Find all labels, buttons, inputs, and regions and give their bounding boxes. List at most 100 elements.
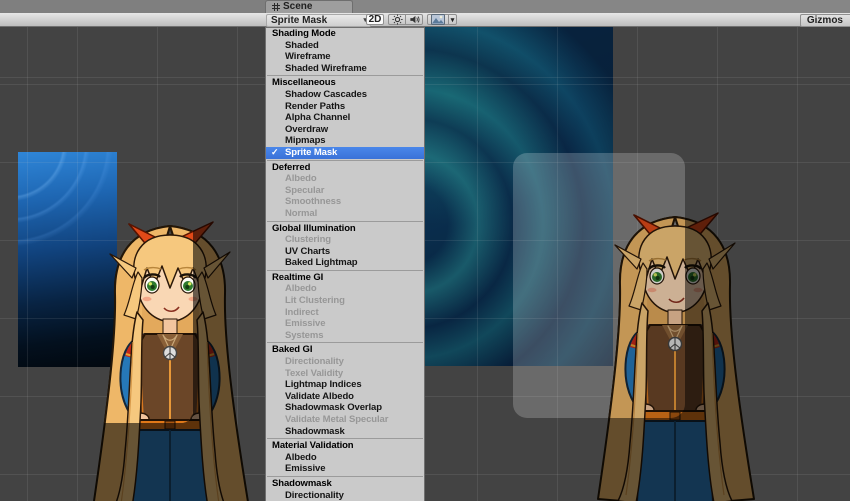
menu-item-emissive[interactable]: Emissive <box>266 463 424 475</box>
menu-item-albedo[interactable]: Albedo <box>266 452 424 464</box>
menu-item-label: Sprite Mask <box>285 147 337 158</box>
scene-toolbar: Sprite Mask ▾ 2D ▾ Gizmos <box>0 13 850 27</box>
menu-item-label: Specular <box>285 185 324 196</box>
menu-item-mipmaps[interactable]: Mipmaps <box>266 135 424 147</box>
speaker-icon <box>409 14 420 25</box>
menu-item-label: Render Paths <box>285 101 345 112</box>
menu-item-shadowmask-overlap[interactable]: Shadowmask Overlap <box>266 402 424 414</box>
checkmark-icon: ✓ <box>271 147 278 159</box>
menu-item-smoothness: Smoothness <box>266 196 424 208</box>
sprite-mask-region-left <box>20 155 193 423</box>
lighting-toggle-button[interactable] <box>388 14 406 25</box>
menu-item-label: Alpha Channel <box>285 112 350 123</box>
menu-item-shadowmask[interactable]: Shadowmask <box>266 426 424 438</box>
menu-item-shaded-wireframe[interactable]: Shaded Wireframe <box>266 63 424 75</box>
menu-separator <box>267 476 423 477</box>
shading-mode-menu: Shading ModeShadedWireframeShaded Wirefr… <box>265 27 425 501</box>
character-sprite-right-masked <box>588 213 685 418</box>
audio-toggle-button[interactable] <box>405 14 423 25</box>
menu-item-label: Validate Metal Specular <box>285 414 388 425</box>
menu-item-label: Directionality <box>285 356 344 367</box>
menu-item-label: Shaded <box>285 40 319 51</box>
menu-item-uv-charts[interactable]: UV Charts <box>266 246 424 258</box>
menu-item-label: Shadow Cascades <box>285 89 367 100</box>
sprite-mask-region-right <box>513 153 685 418</box>
menu-item-label: Baked Lightmap <box>285 257 358 268</box>
tab-scene-label: Scene <box>283 1 312 13</box>
menu-item-label: Emissive <box>285 463 325 474</box>
effects-dropdown-arrow[interactable]: ▾ <box>448 14 457 25</box>
gizmos-label: Gizmos <box>807 15 843 26</box>
tab-bar-spacer <box>353 0 850 13</box>
menu-section-header-shadowmask: Shadowmask <box>266 478 424 490</box>
menu-section-header-material-validation: Material Validation <box>266 440 424 452</box>
menu-section-header-deferred: Deferred <box>266 162 424 174</box>
menu-item-directionality: Directionality <box>266 356 424 368</box>
tab-bar: Scene <box>0 0 850 13</box>
menu-item-label: Lit Clustering <box>285 295 345 306</box>
menu-item-wireframe[interactable]: Wireframe <box>266 51 424 63</box>
menu-separator <box>267 75 423 76</box>
menu-item-lit-clustering: Lit Clustering <box>266 295 424 307</box>
menu-item-label: UV Charts <box>285 246 330 257</box>
menu-item-albedo: Albedo <box>266 173 424 185</box>
menu-item-albedo: Albedo <box>266 283 424 295</box>
menu-item-systems: Systems <box>266 330 424 342</box>
menu-item-lightmap-indices[interactable]: Lightmap Indices <box>266 379 424 391</box>
menu-item-validate-albedo[interactable]: Validate Albedo <box>266 391 424 403</box>
menu-item-label: Indirect <box>285 307 319 318</box>
menu-separator <box>267 438 423 439</box>
menu-item-validate-metal-specular: Validate Metal Specular <box>266 414 424 426</box>
menu-item-label: Mipmaps <box>285 135 325 146</box>
character-sprite-left-masked <box>83 222 193 423</box>
menu-item-shaded[interactable]: Shaded <box>266 40 424 52</box>
menu-item-label: Texel Validity <box>285 368 343 379</box>
menu-item-label: Wireframe <box>285 51 330 62</box>
menu-item-label: Albedo <box>285 452 317 463</box>
2d-toggle-button[interactable]: 2D <box>366 14 384 25</box>
menu-item-texel-validity: Texel Validity <box>266 368 424 380</box>
menu-item-baked-lightmap[interactable]: Baked Lightmap <box>266 257 424 269</box>
shading-mode-value: Sprite Mask <box>271 15 327 26</box>
menu-item-specular: Specular <box>266 185 424 197</box>
menu-section-header-shading-mode: Shading Mode <box>266 28 424 40</box>
menu-item-directionality[interactable]: Directionality <box>266 490 424 501</box>
menu-item-alpha-channel[interactable]: Alpha Channel <box>266 112 424 124</box>
scene-viewport[interactable] <box>0 26 850 501</box>
menu-section-header-baked-gi: Baked GI <box>266 344 424 356</box>
sun-icon <box>392 14 403 25</box>
menu-item-label: Albedo <box>285 283 317 294</box>
effects-toggle-button[interactable] <box>427 14 449 25</box>
menu-separator <box>267 342 423 343</box>
menu-section-header-miscellaneous: Miscellaneous <box>266 77 424 89</box>
menu-item-label: Lightmap Indices <box>285 379 362 390</box>
menu-separator <box>267 221 423 222</box>
menu-item-label: Shadowmask Overlap <box>285 402 382 413</box>
menu-item-label: Normal <box>285 208 317 219</box>
menu-item-render-paths[interactable]: Render Paths <box>266 101 424 113</box>
menu-item-label: Shadowmask <box>285 426 345 437</box>
menu-item-label: Emissive <box>285 318 325 329</box>
menu-item-sprite-mask[interactable]: ✓ Sprite Mask <box>266 147 424 159</box>
grid-icon <box>272 3 280 11</box>
menu-item-clustering: Clustering <box>266 234 424 246</box>
menu-item-overdraw[interactable]: Overdraw <box>266 124 424 136</box>
menu-item-emissive: Emissive <box>266 318 424 330</box>
menu-separator <box>267 160 423 161</box>
menu-item-label: Overdraw <box>285 124 328 135</box>
menu-item-indirect: Indirect <box>266 307 424 319</box>
unity-scene-view-window: Scene Sprite Mask ▾ 2D <box>0 0 850 501</box>
menu-section-header-global-illumination: Global Illumination <box>266 223 424 235</box>
menu-item-label: Directionality <box>285 490 344 501</box>
shading-mode-dropdown[interactable]: Sprite Mask ▾ <box>266 14 371 27</box>
menu-item-label: Systems <box>285 330 323 341</box>
menu-item-label: Shaded Wireframe <box>285 63 367 74</box>
menu-item-shadow-cascades[interactable]: Shadow Cascades <box>266 89 424 101</box>
menu-item-label: Albedo <box>285 173 317 184</box>
menu-item-label: Clustering <box>285 234 331 245</box>
menu-item-label: Validate Albedo <box>285 391 354 402</box>
menu-item-normal: Normal <box>266 208 424 220</box>
gizmos-dropdown[interactable]: Gizmos <box>800 14 850 27</box>
tab-scene[interactable]: Scene <box>265 0 353 13</box>
image-icon <box>431 14 445 25</box>
